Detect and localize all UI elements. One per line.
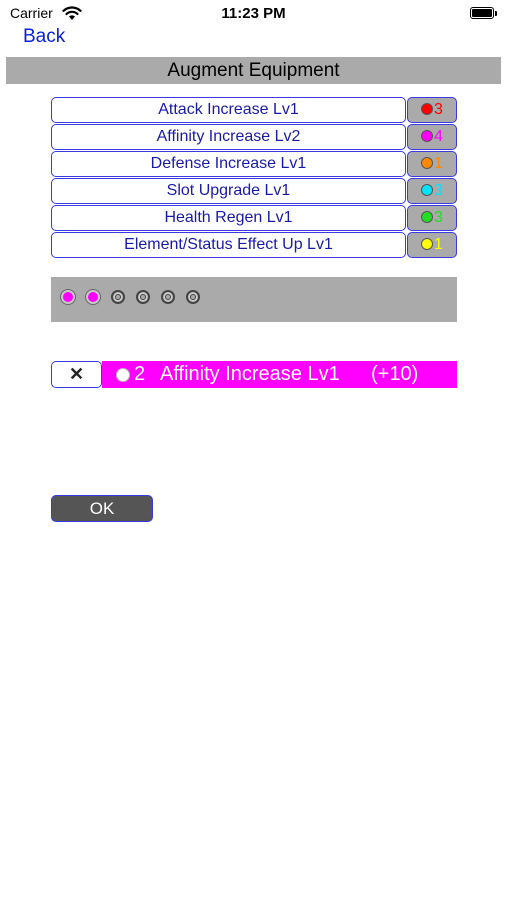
- skill-row: Affinity Increase Lv2 4: [51, 124, 457, 151]
- slot-filled-icon: [61, 290, 75, 304]
- skill-button[interactable]: Attack Increase Lv1: [51, 97, 406, 123]
- slot-empty-icon: [161, 290, 175, 304]
- skill-button[interactable]: Element/Status Effect Up Lv1: [51, 232, 406, 258]
- skill-row: Slot Upgrade Lv1 3: [51, 178, 457, 205]
- skill-row: Element/Status Effect Up Lv1 1: [51, 232, 457, 259]
- status-bar: Carrier 11:23 PM: [0, 0, 507, 28]
- battery-icon: [470, 7, 494, 19]
- skill-button[interactable]: Affinity Increase Lv2: [51, 124, 406, 150]
- skill-cost-value: 1: [434, 236, 443, 253]
- skill-cost-value: 3: [434, 182, 443, 199]
- skill-cost: 3: [407, 97, 457, 123]
- selected-augment-row: ✕ 2 Affinity Increase Lv1 (+10): [51, 361, 457, 388]
- selected-augment-bar[interactable]: 2 Affinity Increase Lv1 (+10): [102, 361, 457, 388]
- skill-cost: 4: [407, 124, 457, 150]
- selected-bonus: (+10): [371, 363, 419, 385]
- selected-name: Affinity Increase Lv1: [160, 363, 340, 385]
- skill-row: Attack Increase Lv1 3: [51, 97, 457, 124]
- skill-cost: 3: [407, 178, 457, 204]
- skill-color-dot-icon: [421, 238, 434, 250]
- skill-color-dot-icon: [421, 157, 434, 169]
- skill-button[interactable]: Defense Increase Lv1: [51, 151, 406, 177]
- skill-row: Defense Increase Lv1 1: [51, 151, 457, 178]
- skill-button[interactable]: Health Regen Lv1: [51, 205, 406, 231]
- slot-empty-icon: [136, 290, 150, 304]
- slot-empty-icon: [186, 290, 200, 304]
- selected-dot-icon: [116, 368, 130, 382]
- back-button[interactable]: Back: [23, 26, 65, 48]
- skill-color-dot-icon: [421, 211, 434, 223]
- page-title: Augment Equipment: [6, 57, 501, 84]
- skill-cost-value: 4: [434, 128, 443, 145]
- skill-cost: 1: [407, 151, 457, 177]
- skill-color-dot-icon: [421, 103, 434, 115]
- skill-button[interactable]: Slot Upgrade Lv1: [51, 178, 406, 204]
- battery-tip: [495, 11, 497, 16]
- skill-list: Attack Increase Lv1 3 Affinity Increase …: [51, 97, 457, 259]
- skill-cost-value: 1: [434, 155, 443, 172]
- remove-augment-button[interactable]: ✕: [51, 361, 102, 388]
- selected-count: 2: [134, 363, 146, 385]
- clock: 11:23 PM: [221, 5, 286, 22]
- skill-cost: 3: [407, 205, 457, 231]
- skill-row: Health Regen Lv1 3: [51, 205, 457, 232]
- ok-button[interactable]: OK: [51, 495, 153, 522]
- skill-color-dot-icon: [421, 184, 434, 196]
- skill-cost: 1: [407, 232, 457, 258]
- skill-color-dot-icon: [421, 130, 434, 142]
- skill-cost-value: 3: [434, 209, 443, 226]
- slot-filled-icon: [86, 290, 100, 304]
- slot-panel: [51, 277, 457, 322]
- slot-empty-icon: [111, 290, 125, 304]
- skill-cost-value: 3: [434, 101, 443, 118]
